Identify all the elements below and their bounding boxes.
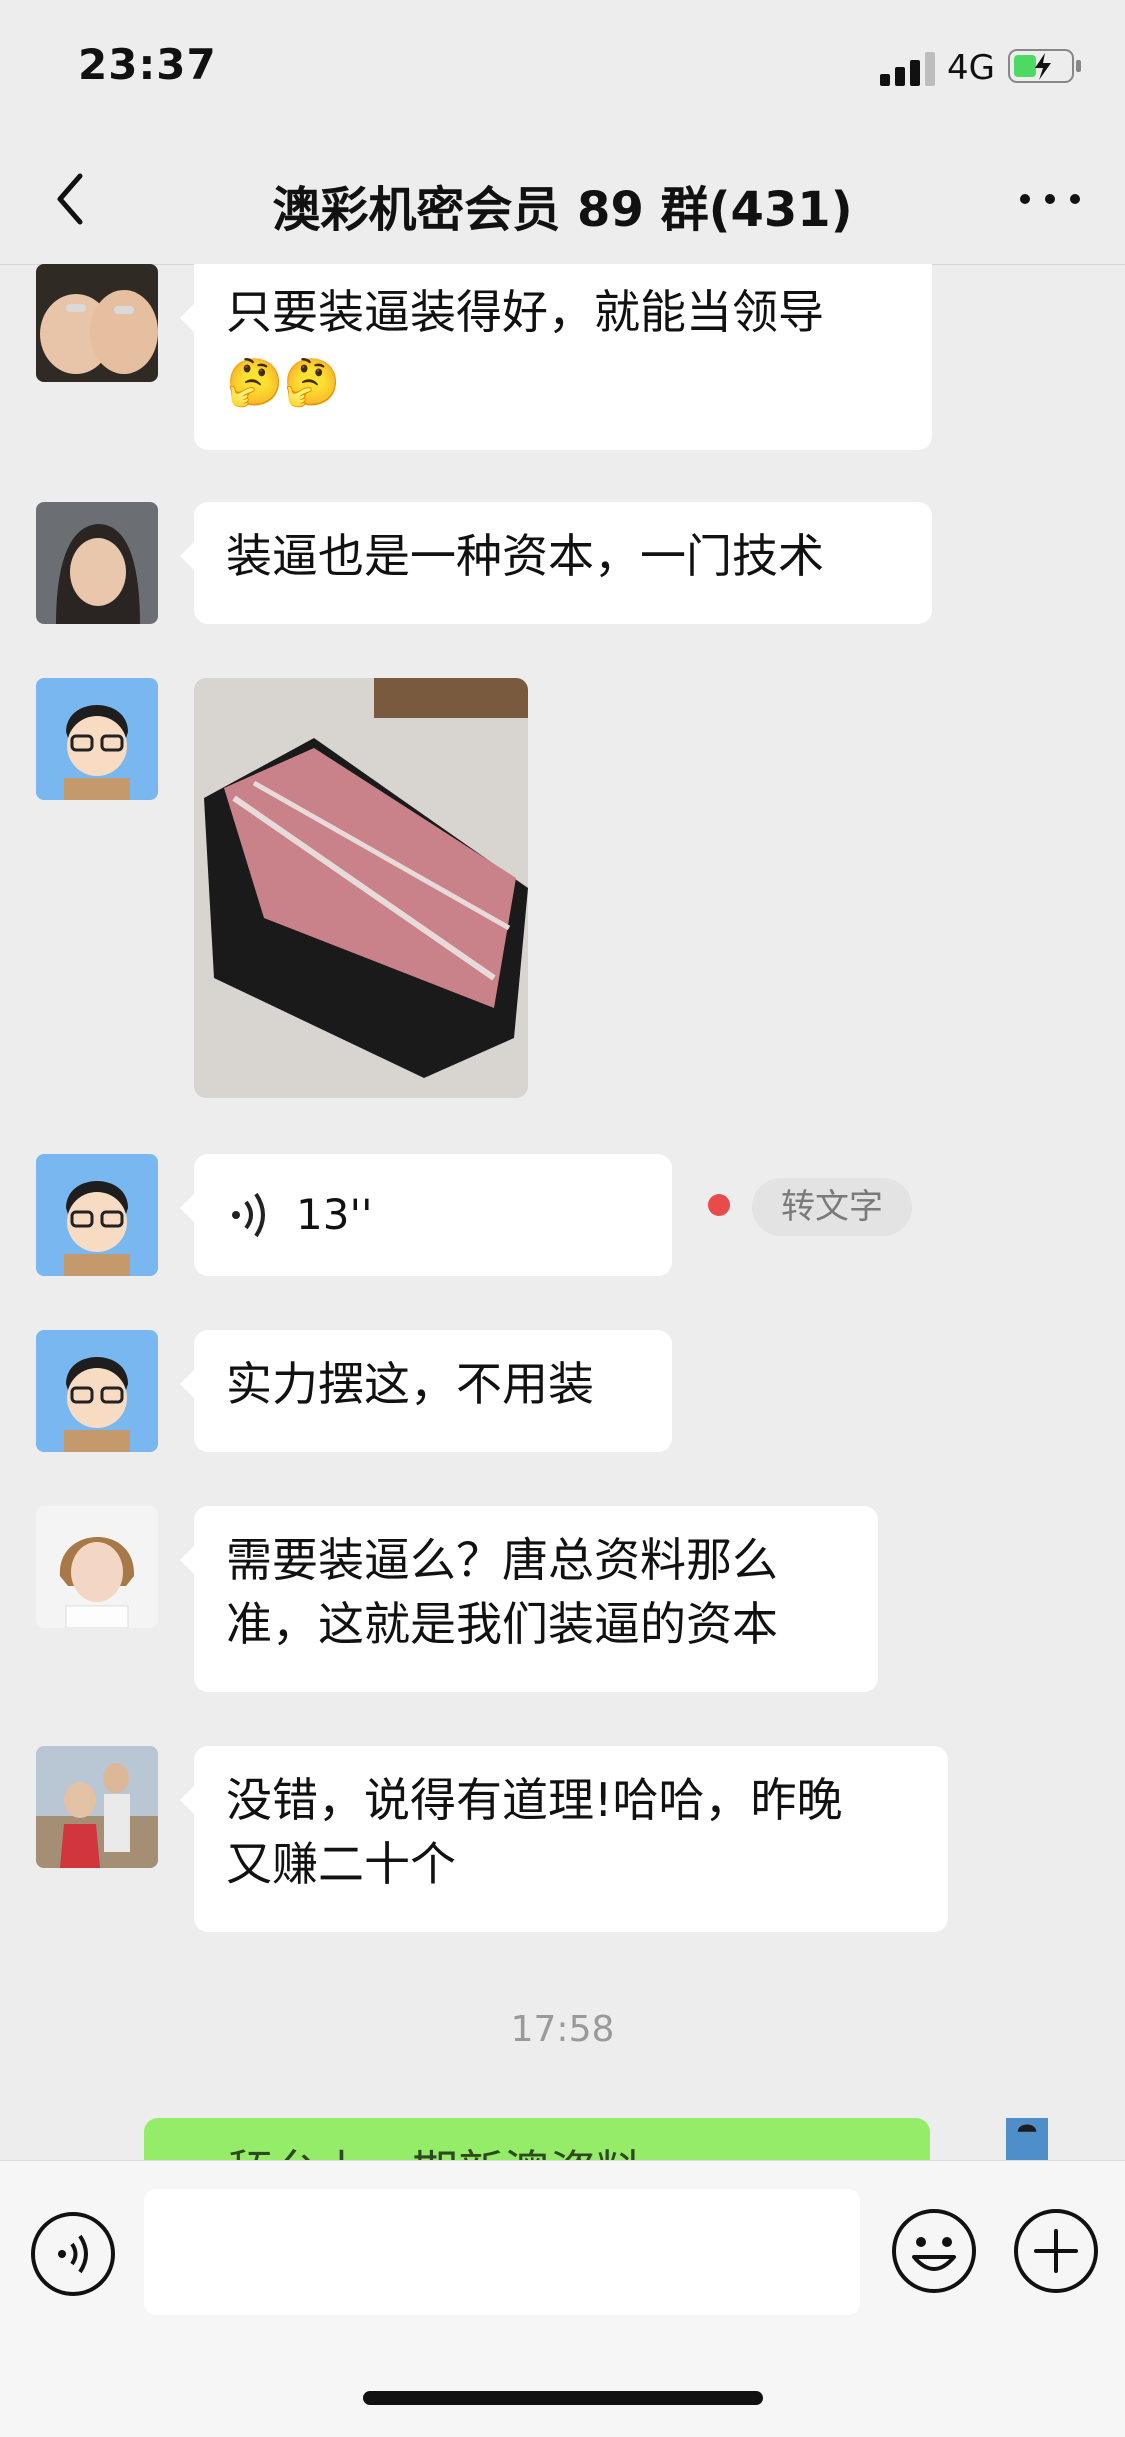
voice-duration: 13'': [296, 1190, 373, 1239]
avatar-couple[interactable]: [36, 1746, 158, 1868]
message-input[interactable]: [144, 2189, 860, 2315]
message-text-line1: 需要装逼么？唐总资料那么: [226, 1533, 778, 1587]
message-text-line1: 没错，说得有道理!哈哈，昨晚: [226, 1773, 843, 1827]
avatar-cartoon[interactable]: [36, 1330, 158, 1452]
input-bar: [0, 2160, 1125, 2437]
message-text-line2: 准，这就是我们装逼的资本: [226, 1597, 778, 1651]
voice-message[interactable]: 13'': [180, 1154, 672, 1276]
avatar-hands[interactable]: [36, 264, 158, 382]
message-bubble[interactable]: 只要装逼装得好，就能当领导 🤔🤔: [180, 264, 932, 450]
chat-title: 澳彩机密会员 89 群(431): [272, 182, 853, 238]
emoji-icon[interactable]: [890, 2207, 978, 2295]
message-text: 装逼也是一种资本，一门技术: [226, 529, 824, 583]
home-indicator: [363, 2391, 763, 2405]
status-time: 23:37: [78, 40, 217, 89]
convert-to-text-button[interactable]: 转文字: [752, 1178, 912, 1236]
message-bubble[interactable]: 需要装逼么？唐总资料那么 准，这就是我们装逼的资本: [180, 1506, 878, 1692]
battery-icon: [1008, 49, 1081, 83]
status-bar: 23:37 4G: [0, 0, 1125, 134]
message-text: 只要装逼装得好，就能当领导: [226, 285, 824, 339]
message-bubble[interactable]: 没错，说得有道理!哈哈，昨晚 又赚二十个: [180, 1746, 948, 1932]
time-divider: 17:58: [510, 2009, 615, 2050]
avatar-girl[interactable]: [36, 1506, 158, 1628]
voice-wave-icon: [232, 1192, 265, 1238]
back-icon[interactable]: [42, 166, 102, 232]
photo-message[interactable]: [194, 678, 528, 1098]
more-icon[interactable]: [1005, 174, 1095, 224]
chat-list[interactable]: 只要装逼装得好，就能当领导 🤔🤔 装逼也是一种资本，一门技术 13'' 转文字 …: [0, 264, 1125, 2160]
nav-bar: 澳彩机密会员 89 群(431): [0, 134, 1125, 265]
avatar-cartoon[interactable]: [36, 678, 158, 800]
message-bubble[interactable]: 装逼也是一种资本，一门技术: [180, 502, 932, 624]
message-bubble[interactable]: 实力摆这，不用装: [180, 1330, 672, 1452]
message-text: 实力摆这，不用装: [226, 1357, 594, 1411]
avatar-woman[interactable]: [36, 502, 158, 624]
network-label: 4G: [947, 48, 995, 88]
plus-icon[interactable]: [1012, 2207, 1100, 2295]
signal-icon: [880, 52, 935, 86]
avatar-cartoon[interactable]: [36, 1154, 158, 1276]
unread-dot: [708, 1194, 730, 1216]
message-text-line2: 又赚二十个: [226, 1837, 456, 1891]
message-emoji: 🤔🤔: [226, 355, 341, 409]
avatar-self[interactable]: [966, 2118, 1088, 2160]
voice-input-icon[interactable]: [30, 2211, 116, 2297]
